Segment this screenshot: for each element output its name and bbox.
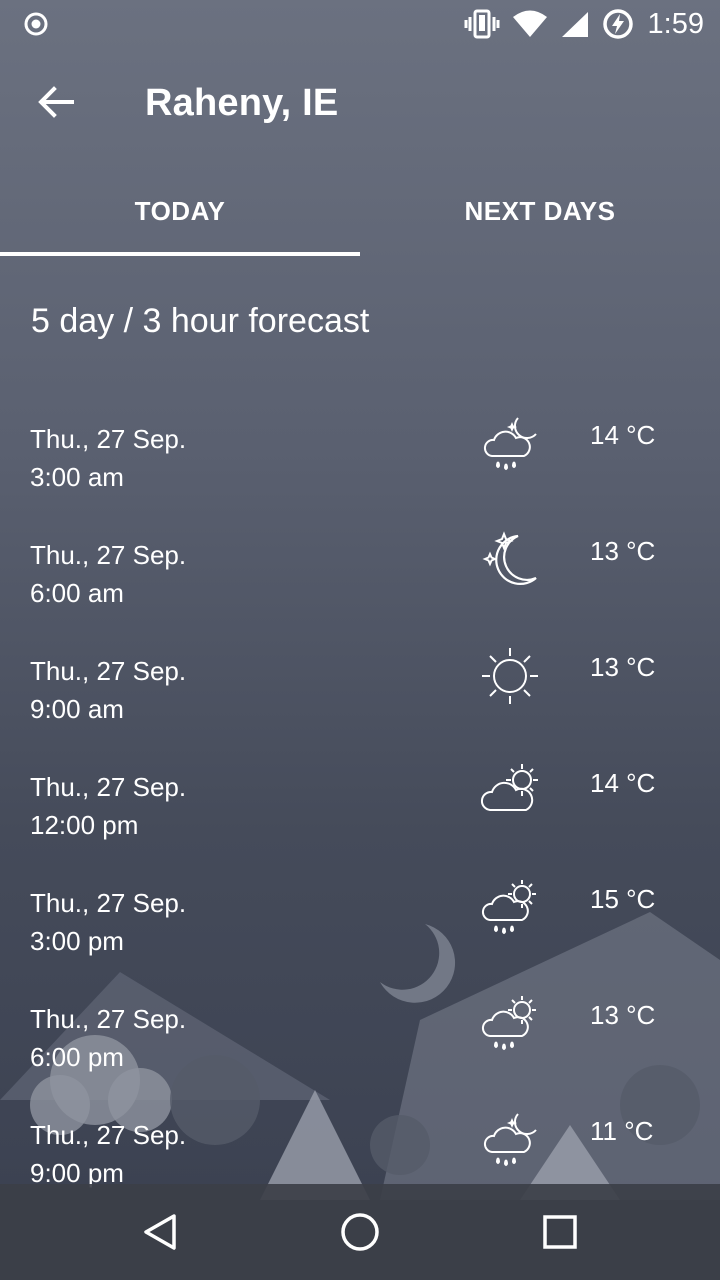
- clear-night-icon: [482, 531, 537, 585]
- forecast-date: Thu., 27 Sep.: [30, 424, 187, 454]
- forecast-temp: 11 °C: [590, 1116, 654, 1146]
- back-triangle-icon: [144, 1214, 176, 1250]
- status-time: 1:59: [647, 7, 704, 40]
- forecast-row: Thu., 27 Sep. 9:00 am 13 °C: [0, 630, 720, 746]
- forecast-list: Thu., 27 Sep. 3:00 am 14 °C Thu., 27 Sep…: [0, 398, 720, 1210]
- forecast-time: 12:00 pm: [30, 810, 139, 840]
- forecast-date: Thu., 27 Sep.: [30, 540, 187, 570]
- forecast-row: Thu., 27 Sep. 6:00 am 13 °C: [0, 514, 720, 630]
- forecast-temp: 15 °C: [590, 884, 656, 914]
- navigation-bar: [0, 1184, 720, 1280]
- forecast-time: 9:00 am: [30, 694, 124, 724]
- wifi-icon: [512, 10, 547, 37]
- forecast-date: Thu., 27 Sep.: [30, 1004, 187, 1034]
- day-rain-icon: [481, 880, 536, 935]
- recents-square-icon: [543, 1215, 577, 1249]
- status-bar: 1:59: [0, 0, 720, 48]
- nav-home-button[interactable]: [332, 1204, 388, 1260]
- forecast-row: Thu., 27 Sep. 12:00 pm 14 °C: [0, 746, 720, 862]
- forecast-date: Thu., 27 Sep.: [30, 1120, 187, 1150]
- back-button[interactable]: [30, 76, 82, 128]
- sun-icon: [482, 648, 538, 704]
- tab-indicator: [0, 252, 360, 256]
- forecast-time: 3:00 am: [30, 462, 124, 492]
- nav-back-button[interactable]: [132, 1204, 188, 1260]
- forecast-temp: 14 °C: [590, 768, 656, 798]
- forecast-temp: 13 °C: [590, 536, 656, 566]
- forecast-time: 6:00 am: [30, 578, 124, 608]
- page-title: Raheny, IE: [145, 82, 339, 124]
- signal-icon: [561, 12, 588, 37]
- forecast-heading: 5 day / 3 hour forecast: [31, 302, 370, 340]
- forecast-row: Thu., 27 Sep. 3:00 am 14 °C: [0, 398, 720, 514]
- nav-recents-button[interactable]: [532, 1204, 588, 1260]
- record-icon: [24, 12, 48, 36]
- forecast-temp: 13 °C: [590, 652, 656, 682]
- forecast-temp: 14 °C: [590, 420, 656, 450]
- home-circle-icon: [341, 1213, 379, 1251]
- night-rain-icon: [483, 1113, 537, 1167]
- battery-charging-icon: [602, 9, 633, 39]
- tab-today[interactable]: TODAY: [0, 168, 360, 254]
- tab-bar: TODAY NEXT DAYS: [0, 168, 720, 258]
- forecast-date: Thu., 27 Sep.: [30, 888, 187, 918]
- forecast-time: 3:00 pm: [30, 926, 124, 956]
- forecast-row: Thu., 27 Sep. 3:00 pm 15 °C: [0, 862, 720, 978]
- day-rain-icon: [481, 996, 536, 1051]
- vibrate-icon: [464, 9, 500, 39]
- night-rain-icon: [483, 417, 537, 471]
- forecast-row: Thu., 27 Sep. 6:00 pm 13 °C: [0, 978, 720, 1094]
- partly-cloudy-icon: [481, 764, 538, 811]
- forecast-date: Thu., 27 Sep.: [30, 772, 187, 802]
- forecast-temp: 13 °C: [590, 1000, 656, 1030]
- tab-next-days[interactable]: NEXT DAYS: [360, 168, 720, 254]
- forecast-date: Thu., 27 Sep.: [30, 656, 187, 686]
- forecast-time: 6:00 pm: [30, 1042, 124, 1072]
- app-bar: Raheny, IE: [0, 56, 720, 156]
- arrow-left-icon: [38, 86, 74, 118]
